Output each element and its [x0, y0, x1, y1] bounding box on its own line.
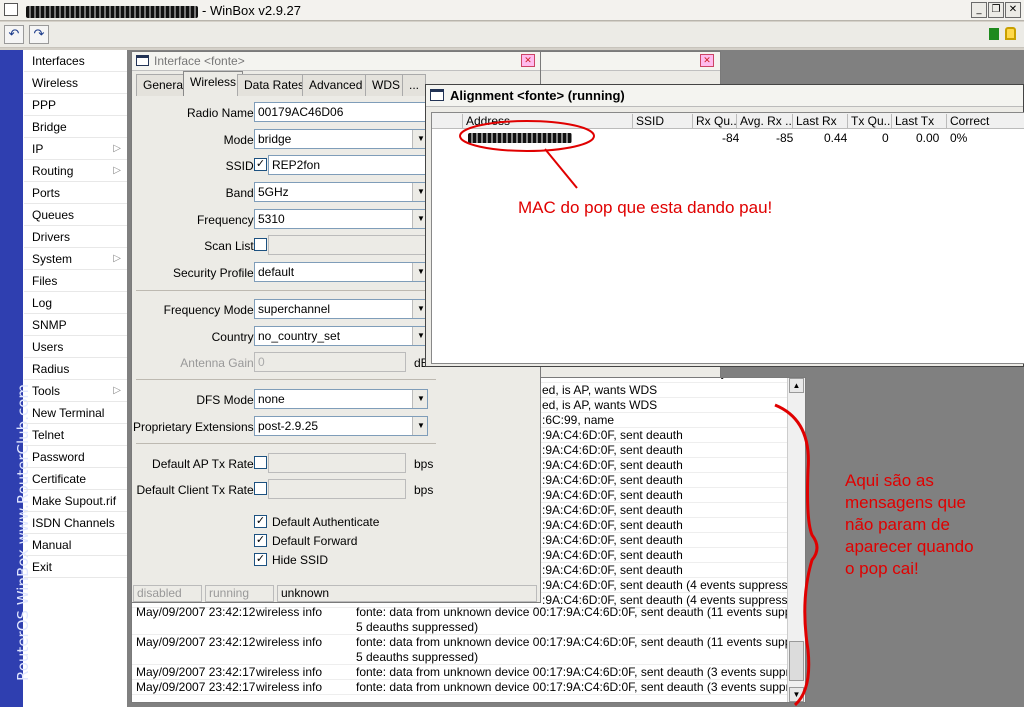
annotation-messages-text: Aqui são as mensagens que não param de a…	[845, 471, 974, 578]
annotation-ellipse	[459, 120, 595, 152]
annotation-mac-text: MAC do pop que esta dando pau!	[518, 198, 773, 217]
annotation-overlay	[459, 120, 819, 707]
annotation-arrow	[544, 148, 578, 189]
annotation-bracket	[774, 403, 819, 707]
